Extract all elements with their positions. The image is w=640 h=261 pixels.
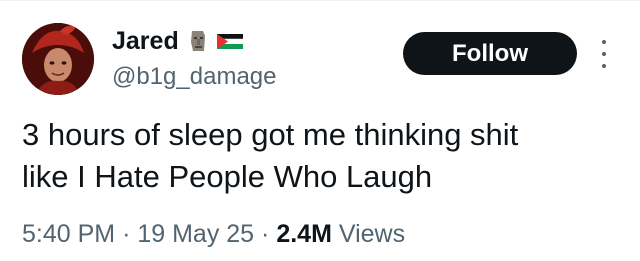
top-divider <box>0 0 640 1</box>
avatar-image <box>22 23 94 95</box>
tweet-meta: 5:40 PM · 19 May 25 · 2.4M Views <box>22 218 405 250</box>
moai-icon <box>185 28 211 54</box>
tweet-text: 3 hours of sleep got me thinking shit li… <box>22 114 622 198</box>
palestine-flag-icon <box>216 28 243 54</box>
user-handle[interactable]: @b1g_damage <box>112 62 276 92</box>
display-name[interactable]: Jared <box>112 26 179 56</box>
follow-button[interactable]: Follow <box>403 32 577 75</box>
tweet-line: 3 hours of sleep got me thinking shit <box>22 117 519 152</box>
views-label: Views <box>338 220 406 248</box>
meta-separator: · <box>261 220 270 248</box>
tweet-date[interactable]: 19 May 25 <box>137 220 254 248</box>
name-row: Jared <box>112 26 243 56</box>
tweet-line: like I Hate People Who Laugh <box>22 159 433 194</box>
meta-separator: · <box>122 220 131 248</box>
more-vertical-icon[interactable] <box>596 36 612 72</box>
tweet-time[interactable]: 5:40 PM <box>22 220 115 248</box>
avatar[interactable] <box>22 23 94 95</box>
views-count: 2.4M <box>276 220 332 248</box>
